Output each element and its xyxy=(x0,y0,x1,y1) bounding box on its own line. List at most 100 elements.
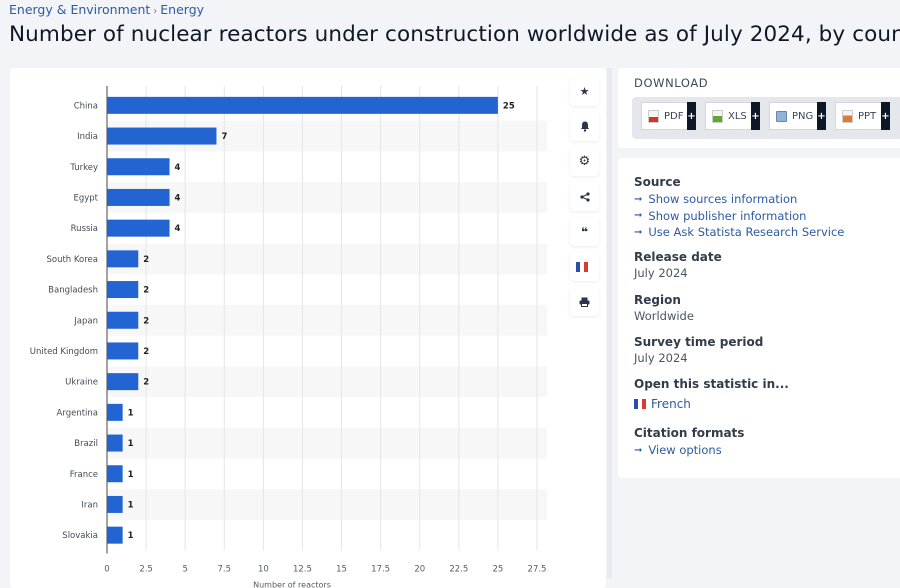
region-value: Worldwide xyxy=(634,309,694,323)
region-section: Region Worldwide xyxy=(634,293,694,323)
data-label: 25 xyxy=(503,101,515,111)
show-publisher-link[interactable]: ➞ Show publisher information xyxy=(634,208,844,225)
page-title: Number of nuclear reactors under constru… xyxy=(9,22,900,47)
breadcrumb-separator: › xyxy=(153,6,157,17)
x-tick-label: 10 xyxy=(258,565,269,575)
category-label: United Kingdom xyxy=(30,347,98,357)
download-png-label: PNG xyxy=(792,111,813,122)
data-label: 4 xyxy=(175,224,181,234)
data-label: 1 xyxy=(128,408,134,418)
download-pdf-button[interactable]: PDF + xyxy=(641,102,696,130)
favorite-button[interactable]: ★ xyxy=(570,77,599,106)
data-label: 2 xyxy=(143,347,149,357)
star-icon: ★ xyxy=(580,85,590,98)
bar-china xyxy=(107,97,498,114)
data-label: 1 xyxy=(128,470,134,480)
show-sources-link[interactable]: ➞Show sources information xyxy=(634,191,844,208)
chart-card: 02.557.51012.51517.52022.52527.5China25I… xyxy=(10,68,606,588)
category-label: Turkey xyxy=(69,163,98,173)
bar-iran xyxy=(107,496,123,513)
breadcrumb-item-energy[interactable]: Energy xyxy=(160,2,204,17)
row-band xyxy=(107,489,547,520)
category-label: China xyxy=(74,101,98,111)
category-label: Egypt xyxy=(73,193,98,203)
release-date-value: July 2024 xyxy=(634,266,722,280)
bar-egypt xyxy=(107,189,170,206)
region-label: Region xyxy=(634,293,694,307)
category-label: India xyxy=(77,132,98,142)
ppt-file-icon xyxy=(842,110,853,123)
side-toolbar: ★ ⚙ ❝ xyxy=(570,77,600,322)
download-panel: DOWNLOAD PDF + XLS + PNG + PPT + xyxy=(618,68,900,148)
bar-south-korea xyxy=(107,250,138,267)
bar-united-kingdom xyxy=(107,342,138,359)
plus-icon: + xyxy=(751,102,760,130)
data-label: 4 xyxy=(175,163,181,173)
row-band xyxy=(107,244,547,275)
data-label: 7 xyxy=(221,132,227,142)
row-band xyxy=(107,182,547,213)
printer-icon xyxy=(579,297,590,307)
bar-russia xyxy=(107,220,170,237)
download-title: DOWNLOAD xyxy=(634,76,708,90)
arrow-right-icon: ➞ xyxy=(634,210,642,221)
category-label: Ukraine xyxy=(65,378,98,388)
x-tick-label: 5 xyxy=(182,565,187,575)
survey-period-section: Survey time period July 2024 xyxy=(634,335,763,365)
statistic-info-panel: Source ➞Show sources information ➞Show p… xyxy=(618,158,900,478)
view-options-text: View options xyxy=(648,443,721,457)
print-button[interactable] xyxy=(570,287,599,316)
data-label: 2 xyxy=(143,316,149,326)
download-ppt-label: PPT xyxy=(858,111,876,122)
row-band xyxy=(107,305,547,336)
open-in-french-link[interactable]: French xyxy=(634,396,789,413)
bar-bangladesh xyxy=(107,281,138,298)
release-date-label: Release date xyxy=(634,250,722,264)
category-label: France xyxy=(70,470,98,480)
download-ppt-button[interactable]: PPT + xyxy=(835,102,890,130)
bar-india xyxy=(107,128,216,145)
plus-icon: + xyxy=(687,102,696,130)
arrow-right-icon: ➞ xyxy=(634,227,642,238)
source-section: Source ➞Show sources information ➞Show p… xyxy=(634,175,844,241)
share-button[interactable] xyxy=(570,182,599,211)
citation-section: Citation formats ➞View options xyxy=(634,426,744,459)
ask-statista-link[interactable]: ➞ Use Ask Statista Research Service xyxy=(634,224,844,241)
download-png-button[interactable]: PNG + xyxy=(769,102,826,130)
notification-button[interactable] xyxy=(570,112,599,141)
x-tick-label: 20 xyxy=(414,565,425,575)
download-xls-label: XLS xyxy=(728,111,747,122)
gear-icon: ⚙ xyxy=(579,154,591,169)
download-buttons: PDF + XLS + PNG + PPT + xyxy=(632,97,900,139)
show-publisher-text: Show publisher information xyxy=(648,209,806,223)
data-label: 4 xyxy=(175,193,181,203)
png-file-icon xyxy=(776,111,787,122)
data-label: 2 xyxy=(143,378,149,388)
cite-button[interactable]: ❝ xyxy=(570,217,599,246)
category-label: Bangladesh xyxy=(48,286,98,296)
breadcrumb-item-energy-environment[interactable]: Energy & Environment xyxy=(9,2,150,17)
share-icon xyxy=(580,192,590,202)
download-xls-button[interactable]: XLS + xyxy=(705,102,760,130)
category-label: South Korea xyxy=(46,255,98,265)
french-flag-icon xyxy=(576,262,588,272)
x-tick-label: 17.5 xyxy=(371,565,390,575)
french-flag-icon xyxy=(634,399,646,409)
arrow-right-icon: ➞ xyxy=(634,194,642,205)
download-pdf-label: PDF xyxy=(664,111,683,122)
row-band xyxy=(107,428,547,459)
x-tick-label: 22.5 xyxy=(449,565,468,575)
data-label: 1 xyxy=(128,531,134,541)
quote-icon: ❝ xyxy=(581,225,588,239)
bar-brazil xyxy=(107,435,123,452)
x-axis-title: Number of reactors xyxy=(253,581,331,588)
ask-statista-text: Use Ask Statista Research Service xyxy=(648,225,844,239)
x-tick-label: 0 xyxy=(104,565,109,575)
category-label: Brazil xyxy=(74,439,98,449)
settings-button[interactable]: ⚙ xyxy=(570,147,599,176)
open-statistic-label: Open this statistic in... xyxy=(634,377,789,391)
bar-japan xyxy=(107,312,138,329)
language-french-button[interactable] xyxy=(570,252,599,281)
view-options-link[interactable]: ➞View options xyxy=(634,442,744,459)
release-date-section: Release date July 2024 xyxy=(634,250,722,280)
